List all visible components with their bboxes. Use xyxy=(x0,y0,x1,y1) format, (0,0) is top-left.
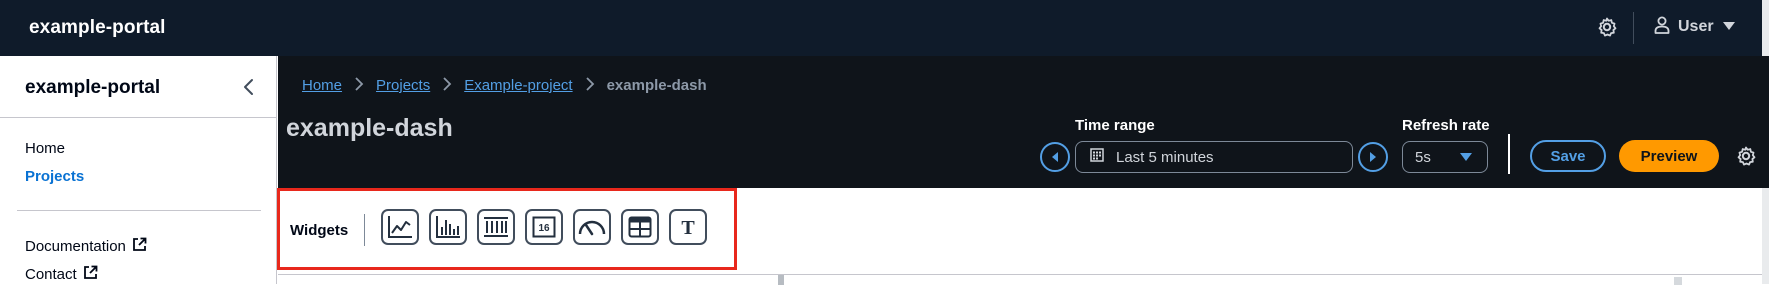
side-navigation: example-portal Home Projects Documentati… xyxy=(0,56,277,284)
table-icon xyxy=(628,216,652,238)
refresh-rate-value: 5s xyxy=(1415,148,1431,166)
status-timeline-icon xyxy=(484,217,508,237)
kpi-widget-button[interactable]: 16 xyxy=(525,209,563,245)
toolbar-divider xyxy=(1508,134,1510,174)
sidebar-item-home[interactable]: Home xyxy=(25,140,65,157)
external-link-icon xyxy=(83,265,98,284)
widgets-toolbar: Widgets 16 T xyxy=(278,188,1762,274)
sidebar-item-contact[interactable]: Contact xyxy=(25,265,98,284)
breadcrumb: Home Projects Example-project example-da… xyxy=(302,77,707,94)
collapse-sidebar-button[interactable] xyxy=(238,76,260,98)
preview-button[interactable]: Preview xyxy=(1619,140,1719,172)
save-button[interactable]: Save xyxy=(1530,140,1606,172)
time-range-next-button[interactable] xyxy=(1358,142,1388,172)
caret-right-icon xyxy=(1370,152,1376,162)
kpi-icon-text: 16 xyxy=(538,223,550,234)
caret-down-icon xyxy=(1722,18,1736,36)
sidebar-divider xyxy=(0,117,277,118)
gauge-icon xyxy=(578,220,606,236)
settings-icon[interactable] xyxy=(1596,16,1618,38)
breadcrumb-projects[interactable]: Projects xyxy=(376,77,430,94)
sidebar-item-label: Documentation xyxy=(25,238,126,255)
chevron-right-icon xyxy=(354,77,364,94)
caret-left-icon xyxy=(1052,152,1058,162)
time-range-previous-button[interactable] xyxy=(1040,142,1070,172)
user-label: User xyxy=(1678,18,1714,35)
caret-down-icon xyxy=(1459,149,1473,166)
table-widget-button[interactable] xyxy=(621,209,659,245)
kpi-icon: 16 xyxy=(532,216,556,238)
breadcrumb-example-project[interactable]: Example-project xyxy=(464,77,572,94)
chevron-right-icon xyxy=(442,77,452,94)
text-icon: T xyxy=(681,217,695,239)
sidebar-item-projects[interactable]: Projects xyxy=(25,168,84,185)
refresh-rate-label: Refresh rate xyxy=(1402,117,1490,134)
breadcrumb-current: example-dash xyxy=(606,77,707,94)
page-title: example-dash xyxy=(286,114,453,142)
dashboard-header: Home Projects Example-project example-da… xyxy=(278,56,1769,188)
time-range-label: Time range xyxy=(1075,117,1155,134)
sidebar-divider xyxy=(17,210,261,211)
widgets-divider xyxy=(364,214,365,246)
sidebar-item-label: Contact xyxy=(25,266,77,283)
widgets-label: Widgets xyxy=(290,222,349,239)
line-chart-widget-button[interactable] xyxy=(381,209,419,245)
text-icon-glyph: T xyxy=(681,217,695,239)
text-widget-button[interactable]: T xyxy=(669,209,707,245)
bar-chart-icon xyxy=(436,216,460,238)
sidebar-item-documentation[interactable]: Documentation xyxy=(25,237,147,256)
dashboard-settings-icon[interactable] xyxy=(1735,145,1757,167)
status-timeline-widget-button[interactable] xyxy=(477,209,515,245)
line-chart-icon xyxy=(388,216,412,238)
gauge-widget-button[interactable] xyxy=(573,209,611,245)
dashboard-canvas[interactable] xyxy=(278,274,1762,285)
external-link-icon xyxy=(132,237,147,256)
chevron-right-icon xyxy=(585,77,595,94)
calendar-icon xyxy=(1090,148,1104,166)
topbar-divider xyxy=(1633,12,1634,44)
app-title[interactable]: example-portal xyxy=(29,17,166,39)
time-range-picker[interactable]: Last 5 minutes xyxy=(1075,141,1353,173)
breadcrumb-home[interactable]: Home xyxy=(302,77,342,94)
user-icon xyxy=(1654,16,1670,39)
refresh-rate-select[interactable]: 5s xyxy=(1402,141,1488,173)
user-menu[interactable]: User xyxy=(1654,15,1736,39)
sidebar-title[interactable]: example-portal xyxy=(25,77,160,99)
bar-chart-widget-button[interactable] xyxy=(429,209,467,245)
time-range-value: Last 5 minutes xyxy=(1116,148,1214,166)
top-navigation-bar: example-portal User xyxy=(0,0,1769,284)
